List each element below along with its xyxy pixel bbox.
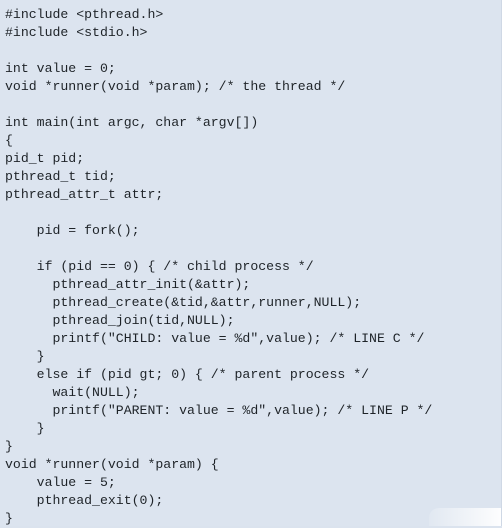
code-viewer: #include <pthread.h> #include <stdio.h> in… bbox=[0, 0, 502, 526]
code-line: pthread_attr_t attr; bbox=[5, 187, 164, 202]
code-line: void *runner(void *param); /* the thread… bbox=[5, 79, 346, 94]
source-code: #include <pthread.h> #include <stdio.h> in… bbox=[0, 0, 501, 528]
code-line: { bbox=[5, 133, 13, 148]
code-line: printf("PARENT: value = %d",value); /* L… bbox=[5, 403, 433, 418]
code-line: #include <pthread.h> bbox=[5, 7, 164, 22]
code-line: pid = fork(); bbox=[5, 223, 140, 238]
code-line: } bbox=[5, 439, 13, 454]
code-line: pthread_create(&tid,&attr,runner,NULL); bbox=[5, 295, 362, 310]
code-line: } bbox=[5, 421, 45, 436]
code-line: pthread_t tid; bbox=[5, 169, 116, 184]
code-line: } bbox=[5, 349, 45, 364]
code-line: pthread_exit(0); bbox=[5, 493, 164, 508]
code-line: pid_t pid; bbox=[5, 151, 85, 166]
corner-overlay bbox=[429, 508, 501, 526]
code-line: if (pid == 0) { /* child process */ bbox=[5, 259, 314, 274]
code-line: int value = 0; bbox=[5, 61, 116, 76]
code-line: else if (pid gt; 0) { /* parent process … bbox=[5, 367, 370, 382]
code-line: wait(NULL); bbox=[5, 385, 140, 400]
code-line: pthread_attr_init(&attr); bbox=[5, 277, 251, 292]
code-line: #include <stdio.h> bbox=[5, 25, 148, 40]
code-line: printf("CHILD: value = %d",value); /* LI… bbox=[5, 331, 425, 346]
code-line: pthread_join(tid,NULL); bbox=[5, 313, 235, 328]
code-line: void *runner(void *param) { bbox=[5, 457, 219, 472]
code-line: } bbox=[5, 511, 13, 526]
code-line: int main(int argc, char *argv[]) bbox=[5, 115, 259, 130]
code-line: value = 5; bbox=[5, 475, 116, 490]
